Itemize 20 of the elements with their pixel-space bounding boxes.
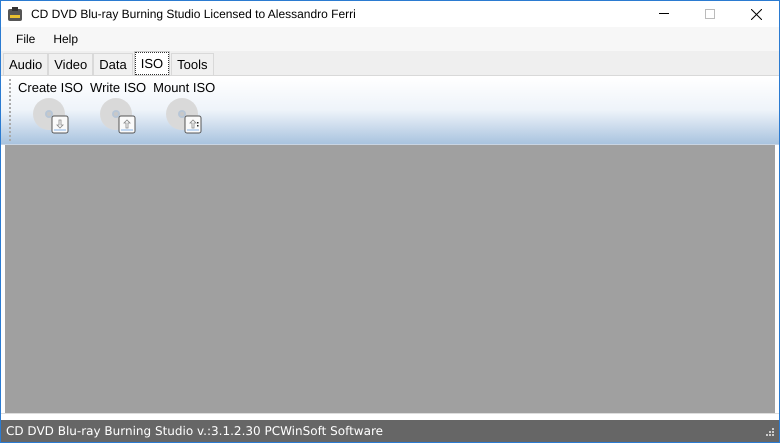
resize-grip-icon <box>765 426 774 436</box>
minimize-icon <box>659 13 669 15</box>
close-icon <box>750 8 762 20</box>
disc-document-icon <box>30 96 71 134</box>
tab[interactable]: Tools <box>171 53 214 75</box>
toolbar-button[interactable]: Create ISO <box>18 79 84 134</box>
maximize-icon <box>705 9 715 19</box>
tab[interactable]: Video <box>48 53 94 75</box>
menu-item[interactable]: File <box>7 30 44 48</box>
disc-document-icon <box>98 96 138 134</box>
menu-item[interactable]: Help <box>44 30 88 48</box>
app-icon <box>7 6 23 22</box>
window-title: CD DVD Blu-ray Burning Studio Licensed to Alessandro Ferri <box>31 6 356 23</box>
tab[interactable]: ISO <box>134 52 170 75</box>
toolbar-button[interactable]: Write ISO <box>90 79 146 134</box>
toolbar-button[interactable]: Mount ISO <box>153 79 216 134</box>
status-text: CD DVD Blu-ray Burning Studio v.:3.1.2.30 PCWinSoft Software <box>6 423 384 440</box>
tab[interactable]: Data <box>93 53 133 75</box>
tab[interactable]: Audio <box>3 53 48 75</box>
disc-document-icon <box>164 96 204 134</box>
